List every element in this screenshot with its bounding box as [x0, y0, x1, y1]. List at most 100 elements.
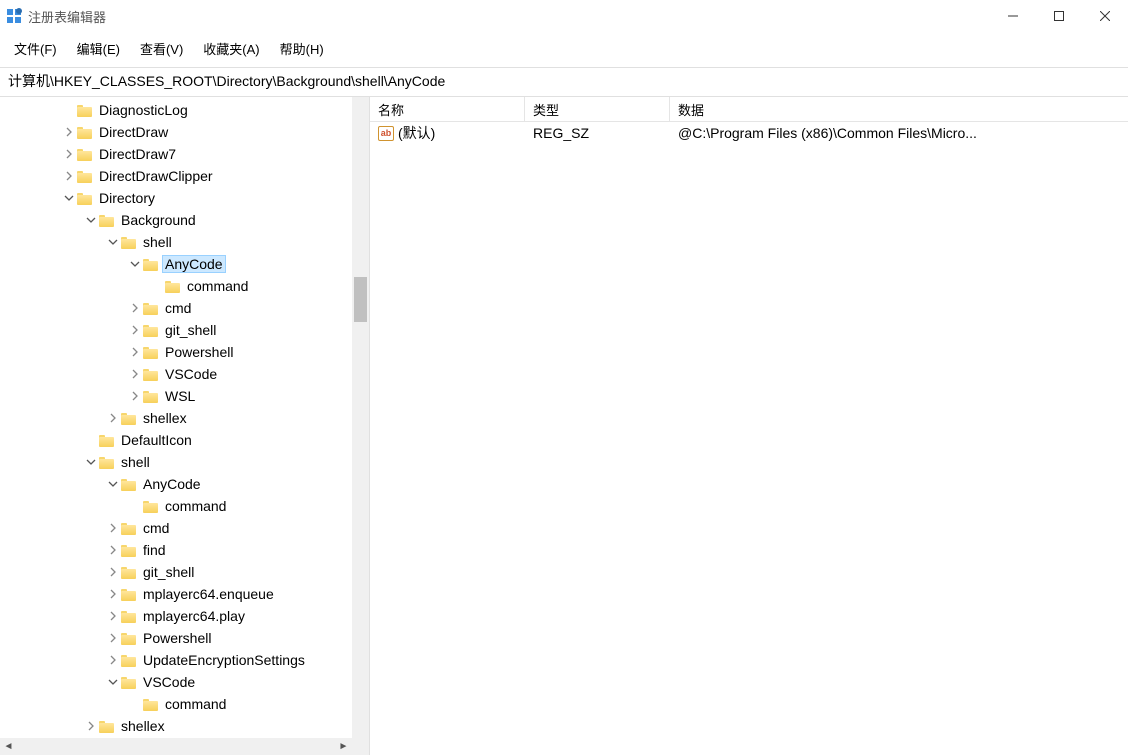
- tree-item-label: shellex: [119, 718, 167, 734]
- chevron-right-icon[interactable]: [106, 631, 120, 645]
- tree-item[interactable]: cmd: [0, 517, 352, 539]
- tree-item[interactable]: VSCode: [0, 671, 352, 693]
- chevron-right-icon[interactable]: [106, 565, 120, 579]
- horizontal-scrollbar[interactable]: ◄ ►: [0, 738, 352, 755]
- chevron-right-icon[interactable]: [62, 147, 76, 161]
- value-name: (默认): [398, 123, 435, 143]
- column-header-type[interactable]: 类型: [525, 97, 670, 121]
- tree-item-label: VSCode: [163, 366, 219, 382]
- tree-item[interactable]: cmd: [0, 297, 352, 319]
- chevron-right-icon[interactable]: [62, 169, 76, 183]
- folder-icon: [121, 609, 137, 623]
- tree-item[interactable]: VSCode: [0, 363, 352, 385]
- menu-help[interactable]: 帮助(H): [270, 35, 334, 62]
- tree-item-label: shell: [141, 234, 174, 250]
- folder-icon: [99, 455, 115, 469]
- tree-item-label: DirectDraw7: [97, 146, 178, 162]
- tree-item[interactable]: shellex: [0, 715, 352, 737]
- menu-edit[interactable]: 编辑(E): [67, 35, 130, 62]
- registry-tree[interactable]: DiagnosticLog DirectDraw DirectDraw7 Direct…: [0, 97, 352, 738]
- chevron-right-icon[interactable]: [62, 125, 76, 139]
- scroll-left-icon[interactable]: ◄: [0, 738, 17, 755]
- tree-item-label: UpdateEncryptionSettings: [141, 652, 307, 668]
- tree-item[interactable]: command: [0, 693, 352, 715]
- value-list[interactable]: ab(默认)REG_SZ@C:\Program Files (x86)\Comm…: [370, 122, 1128, 755]
- scrollbar-thumb[interactable]: [354, 277, 367, 322]
- tree-item[interactable]: AnyCode: [0, 473, 352, 495]
- tree-item-label: cmd: [141, 520, 171, 536]
- tree-item[interactable]: DefaultIcon: [0, 429, 352, 451]
- tree-item-label: git_shell: [163, 322, 218, 338]
- chevron-right-icon[interactable]: [128, 389, 142, 403]
- folder-icon: [121, 543, 137, 557]
- chevron-right-icon[interactable]: [106, 609, 120, 623]
- menu-favorites[interactable]: 收藏夹(A): [193, 35, 269, 62]
- column-header-name[interactable]: 名称: [370, 97, 525, 121]
- titlebar: 注册表编辑器: [0, 0, 1128, 32]
- close-button[interactable]: [1082, 0, 1128, 32]
- chevron-right-icon[interactable]: [128, 301, 142, 315]
- tree-item-label: AnyCode: [141, 476, 203, 492]
- tree-item[interactable]: git_shell: [0, 319, 352, 341]
- tree-item[interactable]: Background: [0, 209, 352, 231]
- tree-item[interactable]: DiagnosticLog: [0, 99, 352, 121]
- tree-item[interactable]: Directory: [0, 187, 352, 209]
- chevron-right-icon[interactable]: [106, 653, 120, 667]
- chevron-down-icon[interactable]: [62, 191, 76, 205]
- chevron-right-icon[interactable]: [106, 411, 120, 425]
- menu-file[interactable]: 文件(F): [4, 35, 67, 62]
- tree-item[interactable]: DirectDraw7: [0, 143, 352, 165]
- tree-item-label: Powershell: [141, 630, 213, 646]
- minimize-button[interactable]: [990, 0, 1036, 32]
- list-item[interactable]: ab(默认)REG_SZ@C:\Program Files (x86)\Comm…: [370, 122, 1128, 144]
- tree-item[interactable]: shell: [0, 451, 352, 473]
- tree-item[interactable]: find: [0, 539, 352, 561]
- folder-icon: [121, 477, 137, 491]
- tree-item-label: mplayerc64.play: [141, 608, 247, 624]
- tree-item[interactable]: mplayerc64.enqueue: [0, 583, 352, 605]
- tree-item-label: DirectDrawClipper: [97, 168, 215, 184]
- tree-item[interactable]: Powershell: [0, 341, 352, 363]
- tree-item-label: DirectDraw: [97, 124, 170, 140]
- tree-item[interactable]: UpdateEncryptionSettings: [0, 649, 352, 671]
- tree-item[interactable]: git_shell: [0, 561, 352, 583]
- tree-item[interactable]: DirectDrawClipper: [0, 165, 352, 187]
- tree-item-label: AnyCode: [163, 256, 225, 272]
- address-bar[interactable]: 计算机\HKEY_CLASSES_ROOT\Directory\Backgrou…: [0, 68, 1128, 96]
- chevron-down-icon[interactable]: [84, 213, 98, 227]
- window-title: 注册表编辑器: [28, 7, 106, 26]
- tree-item[interactable]: mplayerc64.play: [0, 605, 352, 627]
- chevron-right-icon[interactable]: [106, 543, 120, 557]
- folder-icon: [121, 675, 137, 689]
- maximize-button[interactable]: [1036, 0, 1082, 32]
- tree-item[interactable]: Powershell: [0, 627, 352, 649]
- chevron-right-icon[interactable]: [128, 367, 142, 381]
- folder-icon: [121, 235, 137, 249]
- column-header-data[interactable]: 数据: [670, 97, 1128, 121]
- chevron-right-icon[interactable]: [128, 323, 142, 337]
- folder-icon: [143, 301, 159, 315]
- chevron-down-icon[interactable]: [106, 477, 120, 491]
- tree-pane: DiagnosticLog DirectDraw DirectDraw7 Direct…: [0, 97, 370, 755]
- chevron-down-icon[interactable]: [106, 235, 120, 249]
- tree-item[interactable]: command: [0, 275, 352, 297]
- scroll-right-icon[interactable]: ►: [335, 738, 352, 755]
- tree-item[interactable]: WSL: [0, 385, 352, 407]
- chevron-down-icon[interactable]: [84, 455, 98, 469]
- chevron-down-icon[interactable]: [106, 675, 120, 689]
- tree-item[interactable]: AnyCode: [0, 253, 352, 275]
- chevron-right-icon[interactable]: [106, 521, 120, 535]
- chevron-right-icon[interactable]: [84, 719, 98, 733]
- tree-item[interactable]: shellex: [0, 407, 352, 429]
- tree-item[interactable]: DirectDraw: [0, 121, 352, 143]
- folder-icon: [121, 521, 137, 535]
- value-type: REG_SZ: [525, 125, 670, 141]
- chevron-right-icon[interactable]: [106, 587, 120, 601]
- tree-item[interactable]: command: [0, 495, 352, 517]
- menu-view[interactable]: 查看(V): [130, 35, 193, 62]
- tree-item[interactable]: shell: [0, 231, 352, 253]
- folder-icon: [121, 411, 137, 425]
- vertical-scrollbar[interactable]: [352, 97, 369, 738]
- chevron-down-icon[interactable]: [128, 257, 142, 271]
- chevron-right-icon[interactable]: [128, 345, 142, 359]
